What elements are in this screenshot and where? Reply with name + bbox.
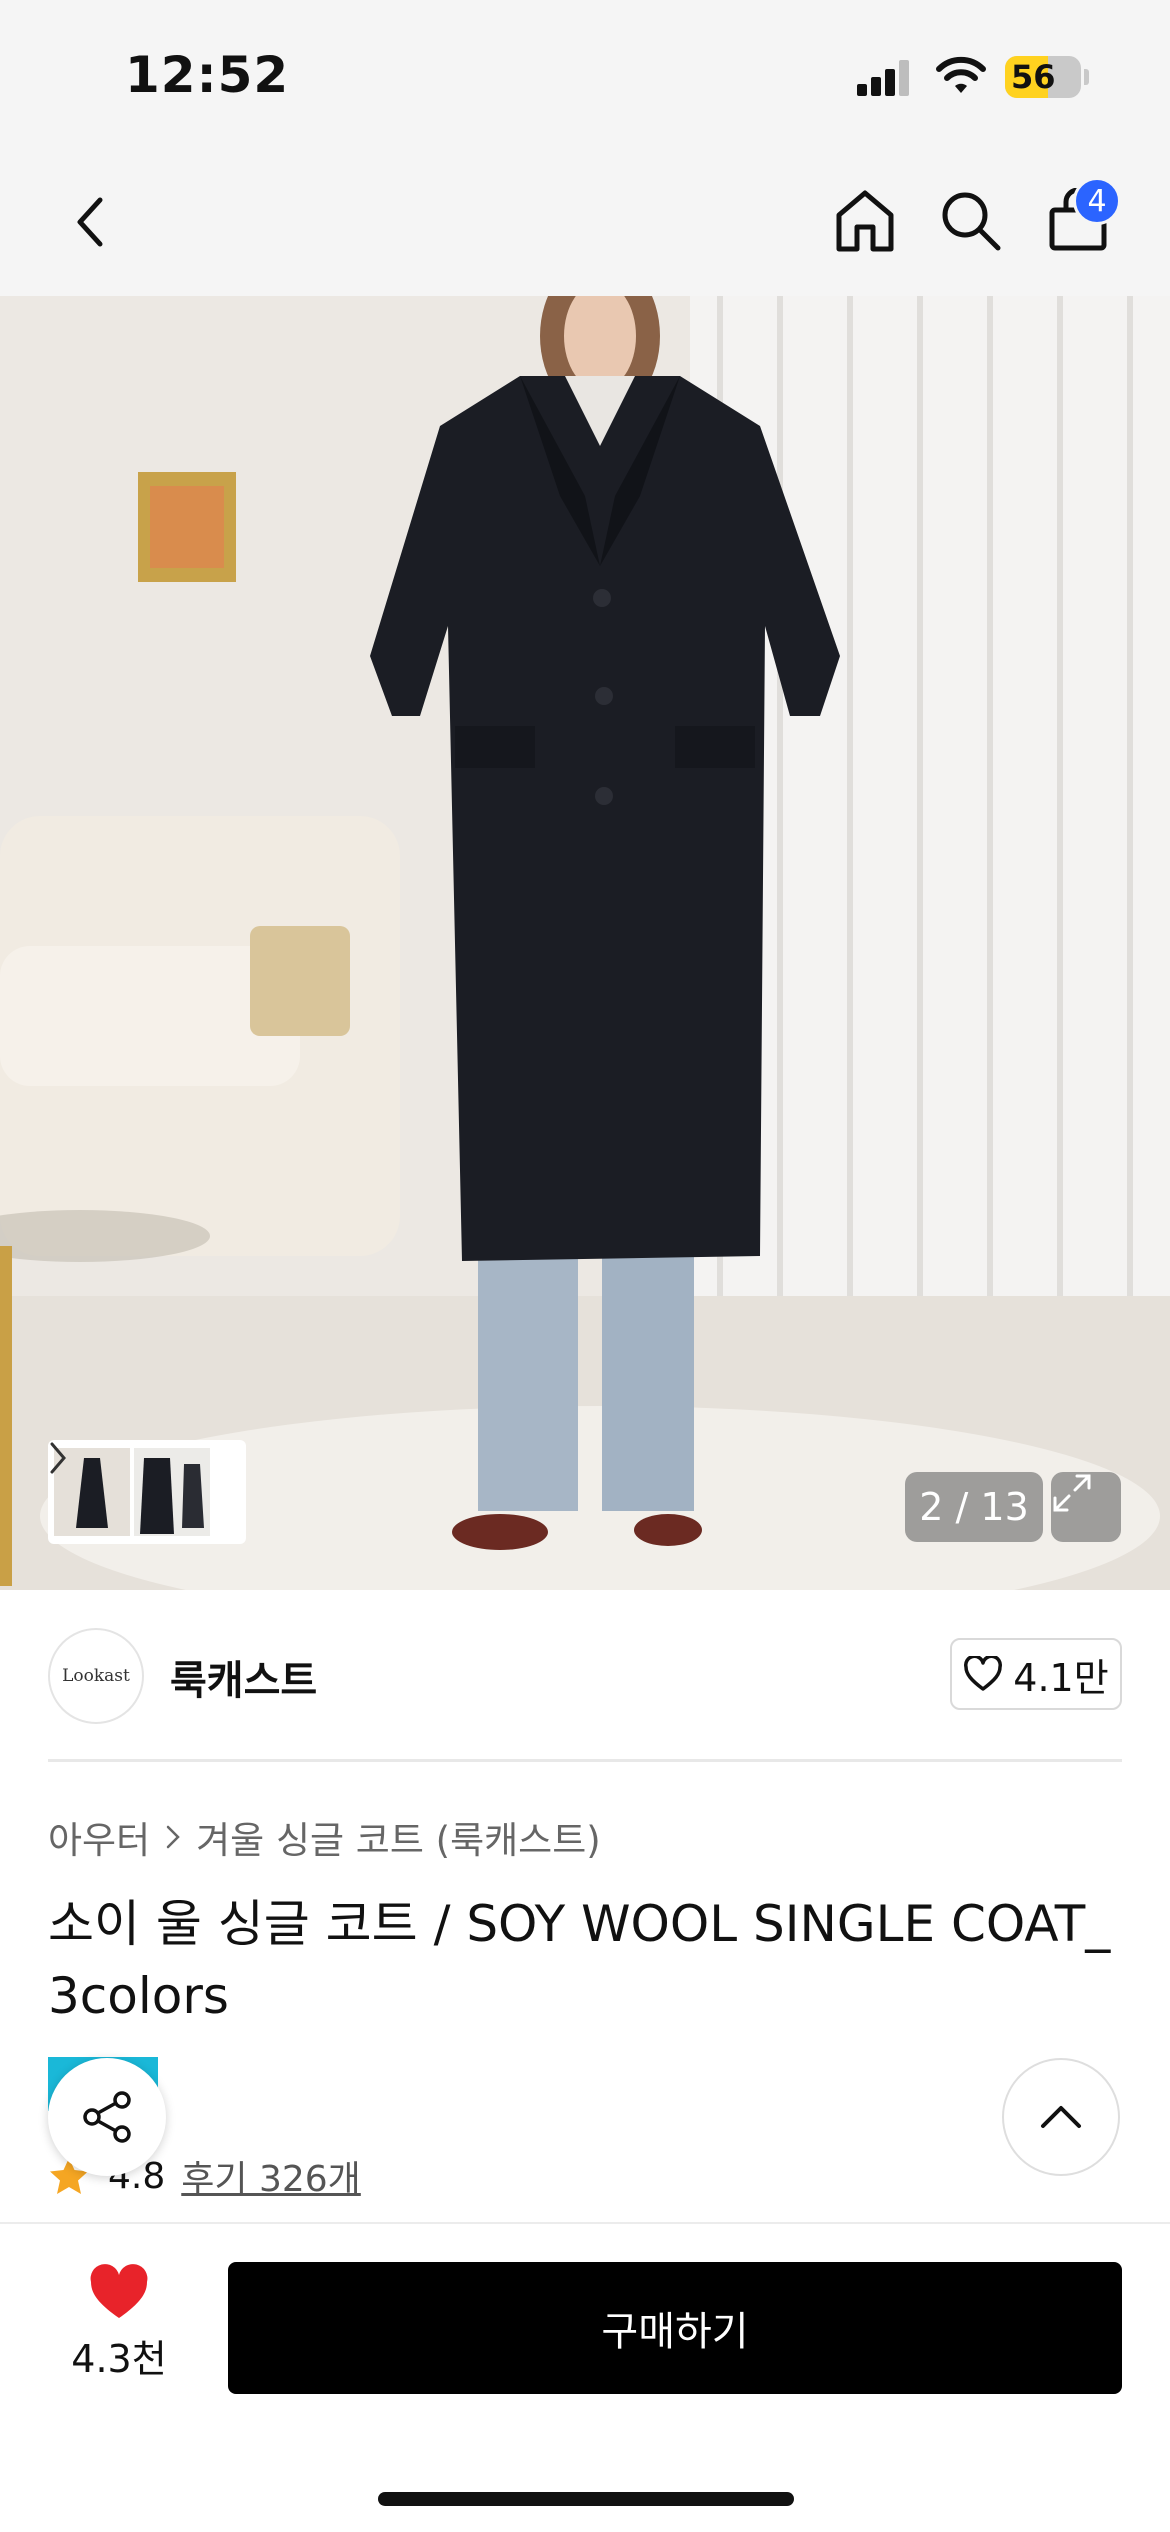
brand-like-button[interactable]: 4.1만 — [950, 1638, 1122, 1710]
nav-bar: 4 — [0, 150, 1170, 296]
breadcrumb-item[interactable]: 아우터 — [48, 1810, 150, 1864]
thumbnail-strip[interactable] — [48, 1440, 246, 1544]
home-indicator — [378, 2492, 794, 2506]
signal-bars-icon — [857, 60, 909, 96]
product-image-gallery[interactable]: 2 / 13 — [0, 296, 1170, 1590]
status-time: 12:52 — [125, 46, 290, 104]
share-button[interactable] — [48, 2058, 166, 2176]
bottom-purchase-bar: 4.3천 구매하기 — [0, 2222, 1170, 2532]
chevron-right-icon — [50, 1442, 66, 1474]
chevron-right-icon — [166, 1825, 180, 1849]
chevron-up-icon — [1041, 2106, 1081, 2128]
heart-filled-icon — [90, 2264, 148, 2318]
home-icon — [836, 190, 894, 252]
wishlist-button[interactable]: 4.3천 — [48, 2264, 190, 2394]
buy-button[interactable]: 구매하기 — [228, 2262, 1122, 2394]
battery-percent: 56 — [1011, 58, 1056, 96]
expand-icon — [1053, 1474, 1091, 1512]
expand-image-button[interactable] — [1051, 1472, 1121, 1542]
brand-name[interactable]: 룩캐스트 — [170, 1648, 317, 1706]
status-bar: 12:52 56 — [0, 0, 1170, 150]
divider — [48, 1759, 1122, 1762]
breadcrumb: 아우터 겨울 싱글 코트 (룩캐스트) — [48, 1810, 601, 1864]
cart-count-badge: 4 — [1073, 177, 1121, 225]
brand-logo[interactable]: Lookast — [48, 1628, 144, 1724]
wishlist-count: 4.3천 — [71, 2337, 167, 2381]
search-icon — [942, 192, 1001, 251]
scroll-to-top-button[interactable] — [1002, 2058, 1120, 2176]
brand-like-count: 4.1만 — [1013, 1655, 1109, 1700]
home-button[interactable] — [825, 180, 905, 260]
thumbnail-image[interactable] — [134, 1448, 210, 1536]
battery-indicator: 56 — [1005, 56, 1089, 98]
review-link[interactable]: 후기 326개 — [181, 2150, 361, 2202]
search-button[interactable] — [930, 180, 1010, 260]
gallery-page-indicator: 2 / 13 — [905, 1472, 1043, 1542]
share-icon — [83, 2091, 131, 2143]
breadcrumb-item[interactable]: 겨울 싱글 코트 (룩캐스트) — [196, 1810, 601, 1864]
wifi-icon — [936, 56, 986, 93]
product-title: 소이 울 싱글 코트 / SOY WOOL SINGLE COAT_ 3colo… — [48, 1895, 1111, 2025]
product-photo — [0, 296, 1170, 1590]
back-button[interactable] — [55, 182, 125, 262]
heart-outline-icon — [964, 1656, 1003, 1691]
chevron-left-icon — [77, 197, 103, 247]
